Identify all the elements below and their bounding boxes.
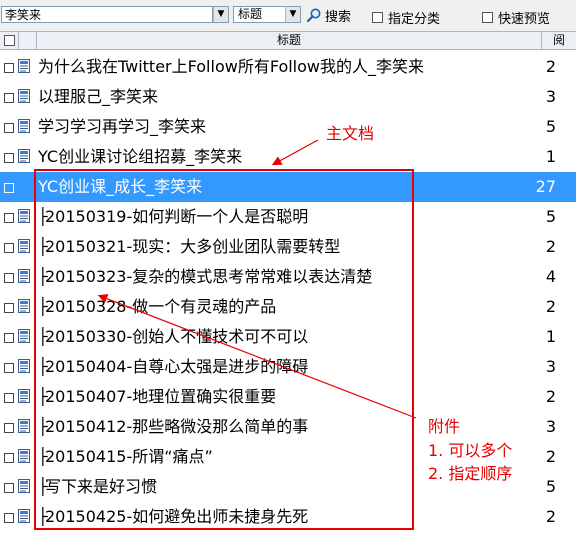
row-checkbox[interactable] (4, 393, 14, 403)
document-icon (18, 329, 30, 343)
main-doc-annotation: 主文档 (326, 124, 375, 143)
row-checkbox[interactable] (4, 303, 14, 313)
filter-category-label: 指定分类 (388, 12, 441, 27)
row-checkbox[interactable] (4, 483, 14, 493)
document-icon (18, 149, 30, 163)
search-field-dropdown-button[interactable]: ▼ (285, 6, 301, 23)
document-icon (18, 419, 30, 433)
document-icon (18, 59, 30, 73)
row-read-count: 2 (545, 447, 556, 466)
row-read-count: 4 (545, 267, 556, 286)
row-read-count: 2 (545, 387, 556, 406)
search-input[interactable]: 李笑来 (1, 6, 213, 23)
document-icon (18, 509, 30, 523)
table-header: 标题 阅 (0, 31, 576, 50)
row-checkbox[interactable] (4, 63, 14, 73)
row-read-count: 1 (545, 147, 556, 166)
row-checkbox[interactable] (4, 423, 14, 433)
checkbox-box[interactable] (482, 12, 493, 23)
row-checkbox[interactable] (4, 243, 14, 253)
header-checkbox-column[interactable] (0, 32, 19, 49)
row-read-count: 5 (545, 117, 556, 136)
checkbox-box[interactable] (372, 12, 383, 23)
row-checkbox[interactable] (4, 453, 14, 463)
quick-preview-checkbox[interactable]: 快速预览 (482, 8, 550, 27)
row-read-count: 2 (545, 297, 556, 316)
row-title: 为什么我在Twitter上Follow所有Follow我的人_李笑来 (38, 57, 425, 76)
document-icon (18, 359, 30, 373)
chevron-down-icon: ▼ (217, 9, 225, 19)
table-row[interactable]: YC创业课讨论组招募_李笑来 1 (0, 142, 576, 172)
row-checkbox[interactable] (4, 183, 14, 193)
document-icon (18, 119, 30, 133)
row-read-count: 5 (545, 477, 556, 496)
document-icon (18, 209, 30, 223)
chevron-down-icon: ▼ (289, 9, 297, 19)
header-title-column[interactable]: 标题 (37, 32, 542, 49)
table-row[interactable]: 为什么我在Twitter上Follow所有Follow我的人_李笑来 2 (0, 52, 576, 82)
header-icon-column[interactable] (19, 32, 37, 49)
row-checkbox[interactable] (4, 93, 14, 103)
row-checkbox[interactable] (4, 273, 14, 283)
search-button-label: 搜索 (325, 9, 352, 25)
select-all-checkbox[interactable] (3, 35, 15, 46)
document-icon (18, 269, 30, 283)
row-read-count: 3 (545, 87, 556, 106)
search-field-value: 标题 (238, 7, 263, 21)
row-checkbox[interactable] (4, 513, 14, 523)
row-checkbox[interactable] (4, 123, 14, 133)
toolbar: 李笑来 ▼ 标题 ▼ 搜索 指定分类 快速预览 (0, 0, 576, 31)
row-read-count: 3 (545, 357, 556, 376)
row-title: 以理服己_李笑来 (38, 87, 159, 106)
filter-category-checkbox[interactable]: 指定分类 (372, 8, 440, 27)
quick-preview-label: 快速预览 (498, 12, 551, 27)
table-row[interactable]: 以理服己_李笑来 3 (0, 82, 576, 112)
row-read-count: 2 (545, 57, 556, 76)
document-icon (18, 239, 30, 253)
document-icon (18, 299, 30, 313)
row-read-count: 27 (535, 177, 556, 196)
document-icon (18, 389, 30, 403)
row-checkbox[interactable] (4, 363, 14, 373)
row-checkbox[interactable] (4, 333, 14, 343)
document-icon (18, 449, 30, 463)
attachment-note-2: 2. 指定顺序 (428, 464, 513, 483)
row-title: 学习学习再学习_李笑来 (38, 117, 207, 136)
row-read-count: 2 (545, 507, 556, 526)
document-icon (18, 89, 30, 103)
search-button[interactable]: 搜索 (306, 5, 351, 25)
row-read-count: 5 (545, 207, 556, 226)
document-icon (18, 479, 30, 493)
table-row[interactable]: 学习学习再学习_李笑来 5 (0, 112, 576, 142)
attachment-highlight-box (34, 169, 414, 530)
row-read-count: 1 (545, 327, 556, 346)
header-reads-column[interactable]: 阅 (542, 32, 576, 49)
search-icon (306, 8, 321, 23)
row-checkbox[interactable] (4, 153, 14, 163)
row-title: YC创业课讨论组招募_李笑来 (38, 147, 243, 166)
attachment-note-1: 1. 可以多个 (428, 441, 513, 460)
row-checkbox[interactable] (4, 213, 14, 223)
row-read-count: 3 (545, 417, 556, 436)
search-history-dropdown-button[interactable]: ▼ (213, 6, 229, 23)
attachment-annotation: 附件 (428, 417, 461, 436)
row-read-count: 2 (545, 237, 556, 256)
